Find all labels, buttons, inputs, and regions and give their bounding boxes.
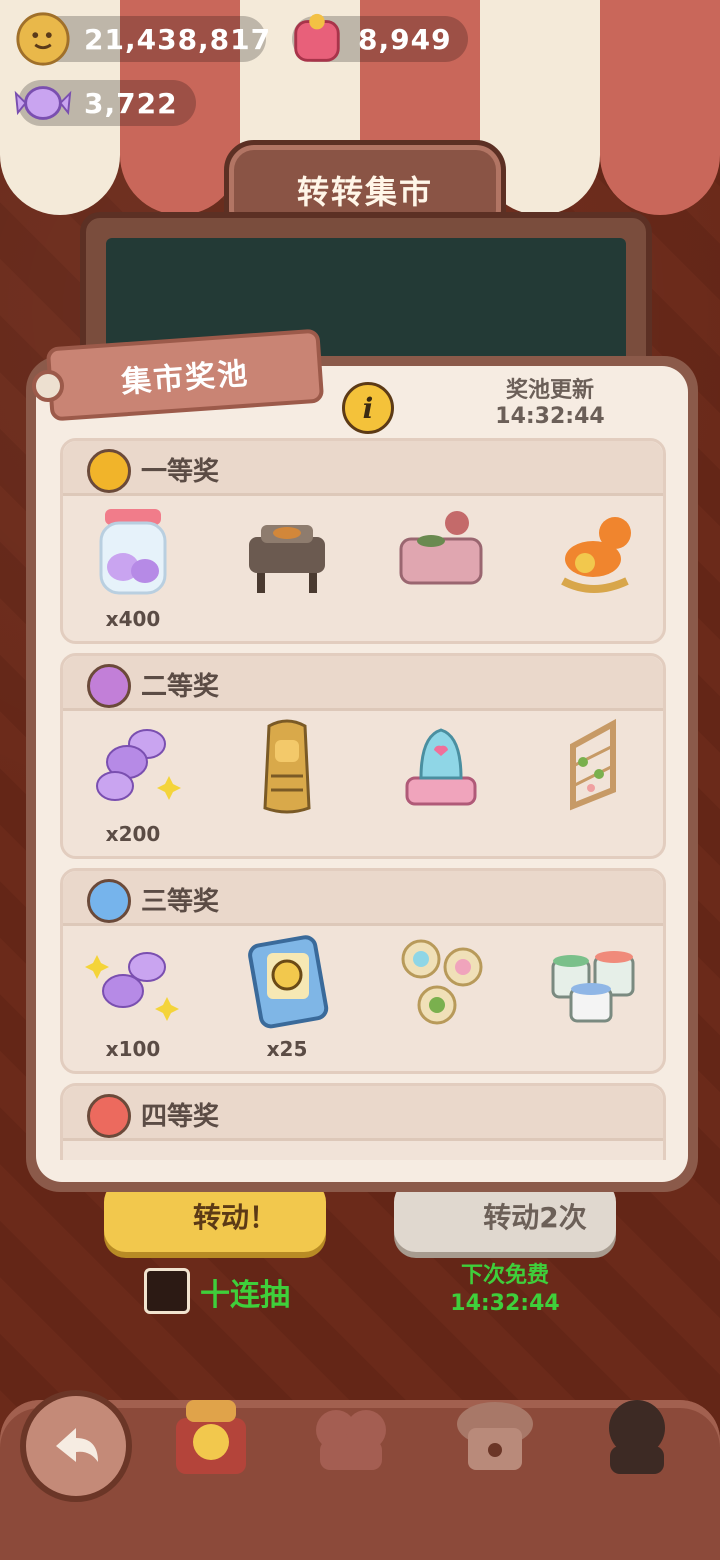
page-title: 转转集市 <box>296 173 433 211</box>
rocking-horse-icon <box>561 517 631 593</box>
info-button[interactable]: i <box>342 382 394 434</box>
prize-item[interactable] <box>533 716 653 846</box>
currency-candy: 3,722 <box>14 80 196 126</box>
prize-item[interactable]: x100 <box>73 931 193 1061</box>
nav-shadow-character-icon[interactable] <box>592 1390 682 1480</box>
candy-pile-icon <box>96 729 181 801</box>
tier-4-name: 四等奖 <box>141 1102 220 1132</box>
purple-ball-icon <box>87 664 131 708</box>
free-spin-time: 14:32:44 <box>450 1291 560 1316</box>
nav-house-icon[interactable] <box>450 1390 540 1480</box>
candy-value: 3,722 <box>84 86 178 120</box>
info-icon: i <box>362 391 374 425</box>
tier-3-prizes: 三等奖 x100 x25 <box>60 868 666 1074</box>
tier-2-prizes: 二等奖 x200 <box>60 653 666 859</box>
prize-pool-tag: 集市奖池 <box>20 328 325 422</box>
tier-1-prizes: 一等奖 x400 <box>60 438 666 644</box>
prize-qty: x200 <box>105 822 161 846</box>
prize-item[interactable] <box>227 501 347 631</box>
prize-qty: x25 <box>266 1037 308 1061</box>
badge-set-icon <box>401 939 483 1025</box>
spin-twice-button-label: 转动2次 <box>483 1201 587 1234</box>
blue-ball-icon <box>87 879 131 923</box>
spin-button-label: 转动！ <box>192 1201 277 1234</box>
pool-refresh-timer: 奖池更新 14:32:44 <box>480 378 620 430</box>
prize-item[interactable] <box>381 931 501 1061</box>
candy-icon <box>14 86 72 120</box>
nav-market-icon[interactable] <box>166 1390 256 1480</box>
red-ball-icon <box>87 1094 131 1138</box>
pharaoh-sarcophagus-icon <box>263 719 311 814</box>
tier-1-name: 一等奖 <box>141 457 220 487</box>
ruby-gem-value: 8,949 <box>358 22 452 56</box>
fist-card-icon <box>248 935 329 1029</box>
back-arrow-icon <box>56 1428 98 1462</box>
prize-pool-title: 集市奖池 <box>120 356 251 401</box>
currency-ruby-gem: 8,949 <box>292 13 468 62</box>
prize-item[interactable] <box>381 501 501 631</box>
candy-pair-icon <box>85 952 179 1021</box>
tea-counter-icon <box>399 511 483 585</box>
cookie-coin-icon <box>16 12 70 66</box>
prize-item[interactable]: x200 <box>73 716 193 846</box>
candy-jar-icon <box>99 509 167 595</box>
tier-2-name: 二等奖 <box>141 672 220 702</box>
cookie-coin-value: 21,438,817 <box>84 22 272 56</box>
currency-cookie-coin: 21,438,817 <box>16 12 270 66</box>
pool-refresh-time: 14:32:44 <box>495 404 605 429</box>
prize-item[interactable] <box>381 716 501 846</box>
free-spin-timer: 下次免费 14:32:44 <box>430 1262 580 1318</box>
free-spin-label: 下次免费 <box>460 1263 549 1288</box>
back-button[interactable] <box>20 1390 132 1502</box>
pool-refresh-label: 奖池更新 <box>505 378 594 403</box>
ruby-gem-icon <box>294 13 340 62</box>
prize-item[interactable]: x25 <box>227 931 347 1061</box>
ten-draw-checkbox[interactable] <box>144 1268 190 1314</box>
ten-draw-label: 十连抽 <box>200 1278 290 1313</box>
prize-qty: x100 <box>105 1037 161 1061</box>
vine-trellis-icon <box>570 718 616 811</box>
prize-item[interactable] <box>533 931 653 1061</box>
paint-buckets-icon <box>551 951 635 1023</box>
prize-qty: x400 <box>105 607 161 631</box>
prize-item[interactable] <box>533 501 653 631</box>
tier-3-name: 三等奖 <box>141 887 220 917</box>
tag-hole <box>32 370 64 402</box>
bbq-grill-icon <box>249 525 325 593</box>
tier-4-prizes: 四等奖 <box>60 1083 666 1160</box>
nav-dolls-icon[interactable] <box>306 1390 396 1480</box>
prize-item[interactable] <box>227 716 347 846</box>
gold-ball-icon <box>87 449 131 493</box>
prize-item[interactable]: x400 <box>73 501 193 631</box>
music-box-icon <box>405 728 477 806</box>
